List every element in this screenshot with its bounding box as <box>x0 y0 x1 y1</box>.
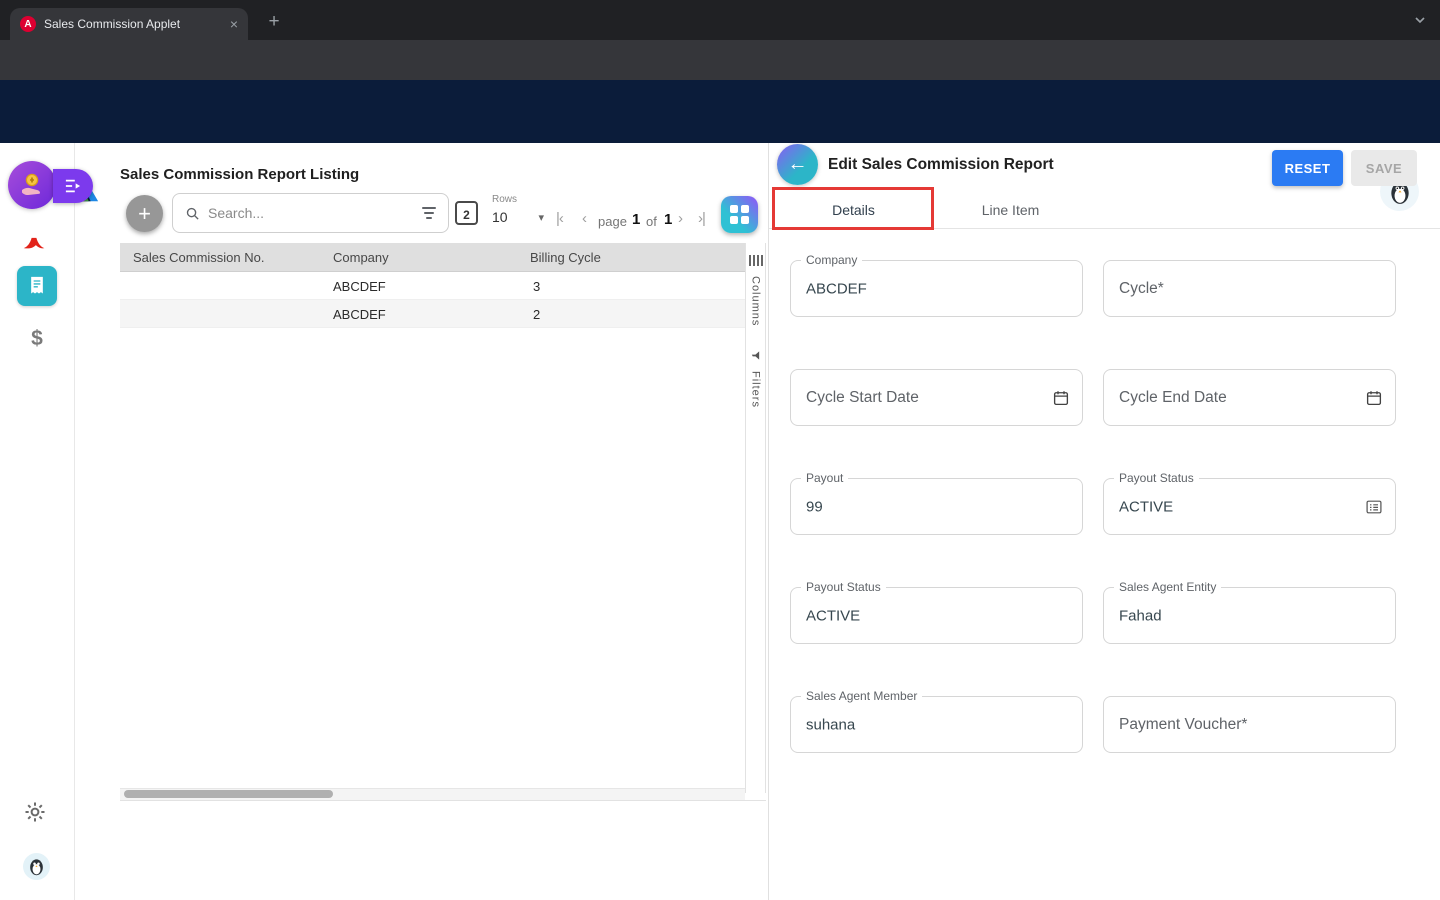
col-header-billing-cycle[interactable]: Billing Cycle <box>530 250 601 265</box>
calendar-icon[interactable] <box>1365 389 1383 407</box>
listing-bottom-border <box>120 800 766 801</box>
sidebar-expand-button[interactable] <box>53 169 93 203</box>
tab-close-icon[interactable]: × <box>230 16 238 32</box>
field-label: Sales Agent Entity <box>1114 580 1221 594</box>
table-row[interactable]: ABCDEF 2 <box>120 300 745 328</box>
tab-details[interactable]: Details <box>775 191 932 228</box>
prev-page-button[interactable]: ‹ <box>582 210 586 227</box>
filter-sort-icon[interactable] <box>422 207 436 219</box>
of-word: of <box>646 214 657 229</box>
field-label: Cycle End Date <box>1119 389 1227 407</box>
last-page-button[interactable]: ›| <box>698 210 705 227</box>
field-label: Payout Status <box>801 580 886 594</box>
cycle-field[interactable]: Cycle* <box>1103 260 1396 317</box>
field-value: ABCDEF <box>806 280 867 297</box>
save-button[interactable]: SAVE <box>1351 150 1417 186</box>
active-tab-underline <box>775 227 932 230</box>
sidebar-money-hand-avatar[interactable] <box>8 161 56 209</box>
editor-back-button[interactable]: ← <box>777 144 818 185</box>
field-label: Payout Status <box>1114 471 1199 485</box>
table-row[interactable]: ABCDEF 3 <box>120 272 745 300</box>
search-icon <box>185 206 200 221</box>
filters-strip-button[interactable]: Filters <box>750 371 762 408</box>
reset-button[interactable]: RESET <box>1272 150 1343 186</box>
new-tab-button[interactable]: + <box>262 10 286 34</box>
editor-title: Edit Sales Commission Report <box>828 156 1054 174</box>
field-label: Payout <box>801 471 848 485</box>
tab-search-chevron-icon[interactable] <box>1412 12 1428 33</box>
angular-favicon-icon: A <box>20 16 36 32</box>
browser-tab[interactable]: A Sales Commission Applet × <box>10 8 248 40</box>
listing-title: Sales Commission Report Listing <box>120 166 359 183</box>
field-label: Company <box>801 253 862 267</box>
field-value: 99 <box>806 498 823 515</box>
search-box[interactable] <box>172 193 449 233</box>
screen: A Sales Commission Applet × + ← → akaun.… <box>0 0 1440 900</box>
grid-view-button[interactable] <box>721 196 758 233</box>
cell-billing-cycle: 2 <box>533 307 540 322</box>
cycle-start-date-field[interactable]: Cycle Start Date <box>790 369 1083 426</box>
list-card-icon[interactable] <box>1365 499 1383 515</box>
funnel-icon <box>750 350 761 361</box>
table-header-row: Sales Commission No. Company Billing Cyc… <box>120 243 745 272</box>
sidebar-item-finance[interactable]: $ <box>24 326 50 352</box>
col-header-sales-commission-no[interactable]: Sales Commission No. <box>133 250 265 265</box>
add-record-button[interactable]: + <box>126 195 163 232</box>
cell-company: ABCDEF <box>333 307 386 322</box>
tab-title: Sales Commission Applet <box>44 17 222 31</box>
receipt-icon <box>27 275 47 297</box>
field-value: ACTIVE <box>1119 498 1173 515</box>
table-side-strip: Columns Filters <box>745 243 766 793</box>
company-field[interactable]: Company ABCDEF <box>790 260 1083 317</box>
penguin-icon <box>27 857 46 876</box>
caret-down-icon: ▾ <box>538 211 544 224</box>
payout-field[interactable]: Payout 99 <box>790 478 1083 535</box>
cycle-end-date-field[interactable]: Cycle End Date <box>1103 369 1396 426</box>
page-word: page <box>598 214 627 229</box>
browser-tab-strip: A Sales Commission Applet × + <box>0 0 1440 40</box>
tab-line-item[interactable]: Line Item <box>932 191 1089 228</box>
field-value: Fahad <box>1119 607 1162 624</box>
panel-divider <box>768 143 769 900</box>
sidebar-item-sales-commission-applet[interactable] <box>17 266 57 306</box>
columns-strip-button[interactable]: Columns <box>750 276 762 326</box>
col-header-company[interactable]: Company <box>333 250 389 265</box>
sales-agent-member-field[interactable]: Sales Agent Member suhana <box>790 696 1083 753</box>
field-label: Cycle* <box>1119 280 1164 298</box>
rows-label: Rows <box>492 194 550 205</box>
page-current: 1 <box>632 211 640 228</box>
browser-toolbar: ← → akaun.cloud/#/applet/tnt/wavelet/erp… <box>0 40 1440 80</box>
sidebar-item-red-applet[interactable] <box>21 227 47 258</box>
calendar-icon[interactable] <box>1052 389 1070 407</box>
hand-coin-icon <box>17 170 47 200</box>
cell-billing-cycle: 3 <box>533 279 540 294</box>
field-value: ACTIVE <box>806 607 860 624</box>
page-total: 1 <box>664 211 672 228</box>
drag-handle-icon[interactable] <box>749 255 763 266</box>
rows-per-page-select[interactable]: Rows 10 ▾ <box>492 194 550 225</box>
first-page-button[interactable]: |‹ <box>556 210 563 227</box>
view-toggle-button[interactable]: 2 <box>455 201 478 225</box>
field-label: Sales Agent Member <box>801 689 922 703</box>
field-label: Cycle Start Date <box>806 389 919 407</box>
search-input[interactable] <box>208 205 414 221</box>
sales-agent-entity-field[interactable]: Sales Agent Entity Fahad <box>1103 587 1396 644</box>
horizontal-scrollbar-thumb[interactable] <box>124 790 333 798</box>
field-value: suhana <box>806 716 855 733</box>
payment-voucher-field[interactable]: Payment Voucher* <box>1103 696 1396 753</box>
gear-icon <box>23 800 47 824</box>
field-label: Payment Voucher* <box>1119 716 1247 734</box>
menu-expand-icon <box>64 178 82 194</box>
red-applet-icon <box>21 227 47 253</box>
next-page-button[interactable]: › <box>678 210 682 227</box>
payout-status-select-field[interactable]: Payout Status ACTIVE <box>1103 478 1396 535</box>
grid-icon <box>730 205 749 224</box>
sidebar-settings-button[interactable] <box>23 800 47 829</box>
payout-status-field[interactable]: Payout Status ACTIVE <box>790 587 1083 644</box>
cell-company: ABCDEF <box>333 279 386 294</box>
sidebar-penguin-avatar[interactable] <box>23 853 50 880</box>
app-header: akaun <box>0 80 1440 143</box>
